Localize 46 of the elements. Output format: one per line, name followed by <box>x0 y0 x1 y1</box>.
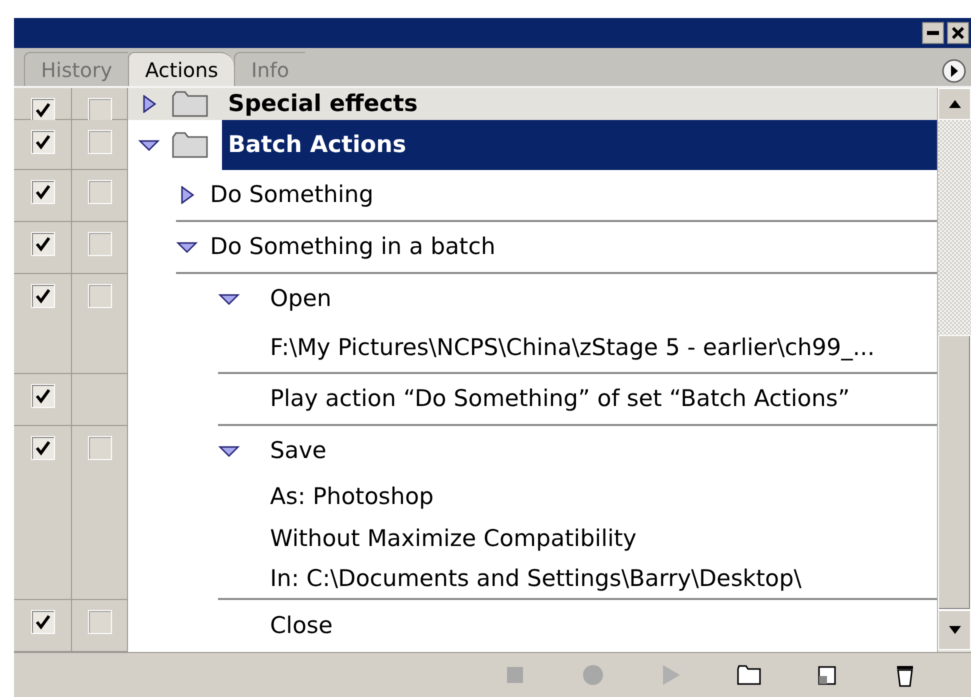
down-arrow-icon <box>948 626 960 634</box>
folder-icon <box>172 91 208 117</box>
command-detail: Without Maximize Compatibility <box>270 524 637 554</box>
checkmark-icon <box>34 440 50 456</box>
command-detail: F:\My Pictures\NCPS\China\zStage 5 - earlier\ch99_... <box>270 334 875 363</box>
checkmark-icon <box>34 388 50 404</box>
dialog-toggle-box[interactable] <box>88 180 112 204</box>
checkmark-icon <box>34 236 50 252</box>
command-name[interactable]: Close <box>270 608 333 644</box>
scroll-up-button[interactable] <box>938 88 971 120</box>
close-button[interactable] <box>947 22 969 44</box>
scroll-down-button[interactable] <box>938 610 971 650</box>
checkmark-icon <box>34 184 50 200</box>
command-name[interactable]: Play action “Do Something” of set “Batch Actions” <box>270 382 850 416</box>
minimize-button[interactable] <box>922 22 944 44</box>
dialog-toggle-box[interactable] <box>88 232 112 256</box>
folder-icon <box>172 132 208 158</box>
enable-checkbox[interactable] <box>30 98 54 122</box>
up-arrow-icon <box>948 100 960 108</box>
close-icon <box>952 27 964 39</box>
enable-checkbox[interactable] <box>30 284 54 308</box>
enable-checkbox[interactable] <box>30 232 54 256</box>
action-name[interactable]: Do Something in a batch <box>210 230 496 264</box>
checkmark-icon <box>34 288 50 304</box>
enable-checkbox[interactable] <box>30 130 54 154</box>
action-name[interactable]: Do Something <box>210 178 374 212</box>
dialog-toggle-box[interactable] <box>88 436 112 460</box>
scroll-thumb[interactable] <box>938 335 971 610</box>
dialog-toggle-box[interactable] <box>88 130 112 154</box>
action-set-name[interactable]: Batch Actions <box>222 120 937 170</box>
dialog-toggle-box[interactable] <box>88 98 112 122</box>
panel-menu-icon[interactable] <box>941 58 967 84</box>
checkmark-icon <box>34 102 50 118</box>
command-name[interactable]: Open <box>270 282 332 316</box>
enable-checkbox[interactable] <box>30 180 54 204</box>
enable-checkbox[interactable] <box>30 610 54 634</box>
checkmark-icon <box>34 614 50 630</box>
dialog-toggle-box[interactable] <box>88 284 112 308</box>
checkmark-icon <box>34 134 50 150</box>
command-detail: In: C:\Documents and Settings\Barry\Desktop\ <box>270 564 802 594</box>
enable-checkbox[interactable] <box>30 436 54 460</box>
panel-tab[interactable]: Actions <box>128 52 234 86</box>
dialog-toggle-box[interactable] <box>88 610 112 634</box>
command-detail: As: Photoshop <box>270 482 434 512</box>
command-name[interactable]: Save <box>270 434 326 468</box>
enable-checkbox[interactable] <box>30 384 54 408</box>
